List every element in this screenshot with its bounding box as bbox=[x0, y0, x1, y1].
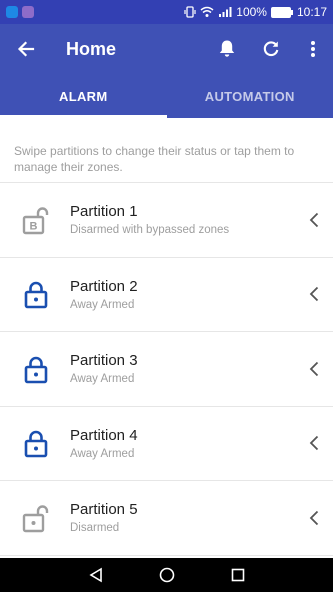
refresh-icon bbox=[263, 41, 279, 57]
partition-status: Away Armed bbox=[70, 298, 135, 311]
more-vert-icon bbox=[311, 41, 315, 57]
partition-status: Disarmed with bypassed zones bbox=[70, 224, 230, 237]
partition-name: Partition 5 bbox=[70, 501, 138, 519]
lock-open-icon bbox=[22, 505, 49, 532]
back-button[interactable] bbox=[0, 24, 52, 74]
notification-app-icon bbox=[22, 6, 34, 18]
chevron-left-icon bbox=[309, 212, 319, 227]
bell-icon bbox=[219, 40, 235, 57]
partition-name: Partition 2 bbox=[70, 277, 138, 295]
partition-status: Away Armed bbox=[70, 447, 135, 460]
chevron-left-icon bbox=[309, 287, 319, 302]
lock-closed-icon bbox=[24, 282, 48, 309]
lock-open-bypass-icon: B bbox=[22, 207, 49, 234]
recents-square-icon[interactable] bbox=[230, 567, 246, 583]
arrow-back-icon bbox=[17, 41, 35, 57]
partition-row-2[interactable]: Partition 2 Away Armed bbox=[0, 256, 333, 332]
notification-app-icon bbox=[6, 6, 18, 18]
battery-percent: 100% bbox=[236, 5, 267, 19]
chevron-left-icon bbox=[309, 436, 319, 451]
back-triangle-icon[interactable] bbox=[88, 567, 104, 583]
partition-list: B Partition 1 Disarmed with bypassed zon… bbox=[0, 182, 333, 557]
status-bar: 100% 10:17 bbox=[0, 0, 333, 24]
chevron-left-icon bbox=[309, 361, 319, 376]
partition-name: Partition 1 bbox=[70, 203, 138, 221]
tab-automation[interactable]: AUTOMATION bbox=[167, 74, 333, 118]
svg-text:B: B bbox=[30, 220, 38, 232]
tab-alarm[interactable]: ALARM bbox=[0, 74, 167, 118]
partition-name: Partition 3 bbox=[70, 352, 138, 370]
chevron-left-icon bbox=[309, 510, 319, 525]
partition-row-partial bbox=[0, 554, 333, 557]
lock-closed-icon bbox=[24, 431, 48, 458]
home-circle-icon[interactable] bbox=[159, 567, 175, 583]
partition-name: Partition 4 bbox=[70, 426, 138, 444]
page-title: Home bbox=[66, 38, 117, 59]
partition-row-4[interactable]: Partition 4 Away Armed bbox=[0, 405, 333, 481]
vibrate-icon bbox=[184, 6, 196, 18]
clock: 10:17 bbox=[296, 5, 327, 19]
lock-closed-icon bbox=[24, 356, 48, 384]
app-bar: Home bbox=[0, 24, 333, 74]
more-options-button[interactable] bbox=[293, 24, 333, 74]
notifications-button[interactable] bbox=[205, 24, 249, 74]
partition-row-1[interactable]: B Partition 1 Disarmed with bypassed zon… bbox=[0, 182, 333, 257]
signal-icon bbox=[219, 7, 232, 17]
wifi-icon bbox=[200, 6, 214, 17]
instruction-text: Swipe partitions to change their status … bbox=[14, 144, 295, 174]
tab-bar: ALARM AUTOMATION bbox=[0, 74, 333, 118]
system-nav-bar bbox=[0, 558, 333, 592]
refresh-button[interactable] bbox=[249, 24, 293, 74]
partition-row-5[interactable]: Partition 5 Disarmed bbox=[0, 480, 333, 555]
partition-status: Disarmed bbox=[70, 522, 120, 535]
battery-icon bbox=[270, 6, 293, 18]
partition-status: Away Armed bbox=[70, 373, 135, 386]
partition-row-3[interactable]: Partition 3 Away Armed bbox=[0, 331, 333, 406]
